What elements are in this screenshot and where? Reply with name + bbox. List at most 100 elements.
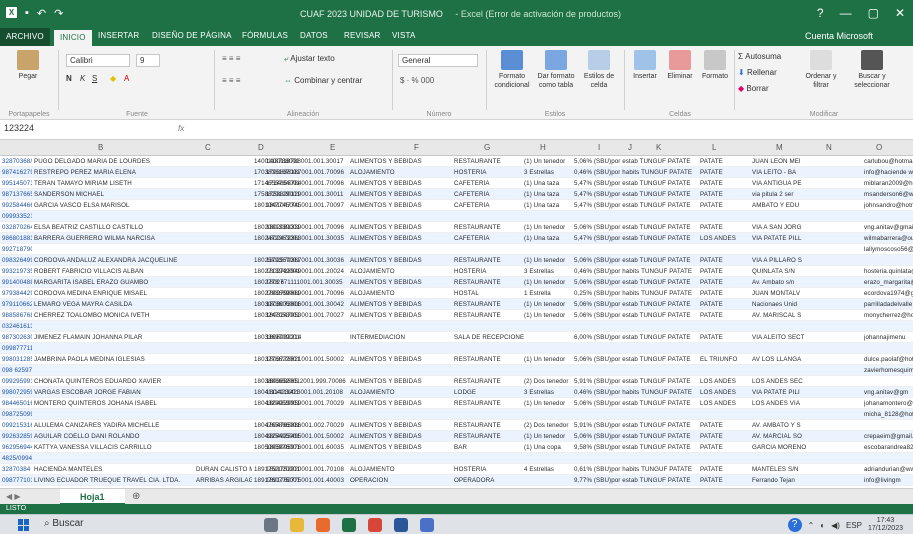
cell-i[interactable]: 0,46% (SBU)por habits TUNGUF PATATE: [574, 169, 696, 176]
cell-m[interactable]: Ferrando Tejan: [752, 477, 810, 484]
cell-e[interactable]: 1400118788001.001.30017: [266, 158, 346, 165]
cell-f[interactable]: ALOJAMIENTO: [350, 268, 450, 275]
cell-f[interactable]: ALOJAMIENTO: [350, 389, 450, 396]
cell-m[interactable]: LOS ANDES VIA: [752, 400, 810, 407]
row-number[interactable]: 979384429: [2, 290, 32, 297]
cell-f[interactable]: ALOJAMIENTO: [350, 466, 450, 473]
cell-m[interactable]: AV LOS LLANGA: [752, 356, 810, 363]
word-icon[interactable]: [394, 518, 408, 532]
cell-i[interactable]: 5,47% (SBU)por estab TUNGUF PATATE: [574, 191, 696, 198]
cell-f[interactable]: ALIMENTOS Y BEBIDAS: [350, 444, 450, 451]
cell-o[interactable]: carlubou@hotmail: [864, 158, 913, 165]
cell-h[interactable]: 3 Estrellas: [524, 169, 574, 176]
cell-b[interactable]: AGUILAR COELLO DANI ROLANDO: [34, 433, 194, 440]
cell-f[interactable]: ALIMENTOS Y BEBIDAS: [350, 257, 450, 264]
cell-g[interactable]: CAFETERÍA: [454, 180, 524, 187]
font-name-select[interactable]: Calibri: [66, 54, 130, 67]
cell-i[interactable]: 5,06% (SBU)por estab TUNGUF PATATE: [574, 224, 696, 231]
cell-l[interactable]: PATATE: [700, 334, 750, 341]
table-row[interactable]: 0992959910CHONATA QUINTEROS EDUARDO XAVI…: [0, 376, 913, 387]
cell-g[interactable]: RESTAURANTE: [454, 400, 524, 407]
cell-g[interactable]: HOSTAL: [454, 290, 524, 297]
cell-l[interactable]: PATATE: [700, 257, 750, 264]
cell-i[interactable]: 5,06% (SBU)por estab TUNGUF PATATE: [574, 312, 696, 319]
task-view-icon[interactable]: [264, 518, 278, 532]
cell-m[interactable]: VIA A SAN JORG: [752, 224, 810, 231]
sheet-nav-arrows[interactable]: ◀ ▶: [6, 492, 21, 501]
cell-b[interactable]: ELSA BEATRIZ CASTILLO CASTILLO: [34, 224, 194, 231]
cell-f[interactable]: ALIMENTOS Y BEBIDAS: [350, 224, 450, 231]
column-header[interactable]: G: [484, 143, 490, 152]
cell-b[interactable]: MARGARITA ISABEL ERAZO GUAMBO: [34, 279, 194, 286]
row-number[interactable]: 0998777110: [2, 345, 32, 352]
undo-icon[interactable]: ↶: [37, 7, 46, 20]
cell-g[interactable]: RESTAURANTE: [454, 301, 524, 308]
row-number[interactable]: 0987250991: [2, 411, 32, 418]
cell-o[interactable]: dulce.paolaf@hotm: [864, 356, 913, 363]
network-icon[interactable]: ◐: [820, 521, 825, 530]
table-row[interactable]: 998072959 VARGAS ESCOBAR JORGE FABIAN 1804…: [0, 387, 913, 398]
table-row[interactable]: 986801883 BARRERA GUERRERO WILMA NARCISA 1…: [0, 233, 913, 244]
cell-b[interactable]: LEMARO VEGA MAYRA CASILDA: [34, 301, 194, 308]
cell-m[interactable]: VIA LEITO - BA: [752, 169, 810, 176]
cell-e[interactable]: 1804765886001.002.70029: [266, 422, 346, 429]
column-header[interactable]: O: [876, 143, 882, 152]
cell-m[interactable]: JUAN LEON MEI: [752, 158, 810, 165]
cell-b[interactable]: BARRERA GUERRERO WILMA NARCISA: [34, 235, 194, 242]
excel-icon[interactable]: [342, 518, 356, 532]
column-header[interactable]: E: [330, 143, 335, 152]
row-number[interactable]: 979110662: [2, 301, 32, 308]
cell-m[interactable]: JUAN MONTALV: [752, 290, 810, 297]
cell-h[interactable]: (1) Una copa: [524, 444, 574, 451]
cell-i[interactable]: 5,91% (SBU)por estab TUNGUF PATATE: [574, 422, 696, 429]
sheet-tab-hoja1[interactable]: Hoja1: [60, 489, 125, 505]
cell-m[interactable]: Nacionaes Unid: [752, 301, 810, 308]
conditional-format-button[interactable]: Formato condicional: [492, 50, 532, 90]
table-row[interactable]: 0324616130: [0, 321, 913, 332]
cell-f[interactable]: ALIMENTOS Y BEBIDAS: [350, 202, 450, 209]
cell-b[interactable]: KATTYA VANESSA VILLACIS CARRILLO: [34, 444, 194, 451]
help-icon[interactable]: ?: [787, 518, 802, 532]
cell-l[interactable]: LOS ANDES: [700, 235, 750, 242]
cell-g[interactable]: RESTAURANTE: [454, 158, 524, 165]
table-row[interactable]: 988586768 CHERREZ TOALOMBO MONICA IVETH 18…: [0, 310, 913, 321]
cell-o[interactable]: ecordova1974@gm: [864, 290, 913, 297]
cell-e[interactable]: 1891752020001.001.70108: [266, 466, 346, 473]
cell-o[interactable]: adriandurian@ww: [864, 466, 913, 473]
cell-f[interactable]: ALOJAMIENTO: [350, 290, 450, 297]
row-number[interactable]: 987416279: [2, 169, 32, 176]
row-number[interactable]: 098 6259765: [2, 367, 32, 374]
cell-l[interactable]: PATATE: [700, 224, 750, 231]
cell-m[interactable]: AV. AMBATO Y S: [752, 422, 810, 429]
cell-h[interactable]: (1) Una taza: [524, 235, 574, 242]
cell-h[interactable]: (2) Dos tenedor: [524, 378, 574, 385]
cell-m[interactable]: AMBATO Y EDU: [752, 202, 810, 209]
table-row[interactable]: 0992153160ALULEMA CAÑIZARES YADIRA MICHE…: [0, 420, 913, 431]
font-size-select[interactable]: 9: [136, 54, 160, 67]
cell-i[interactable]: 0,61% (SBU)por habits TUNGUF PATATE: [574, 466, 696, 473]
cell-l[interactable]: PATATE: [700, 312, 750, 319]
row-number[interactable]: 098326499: [2, 257, 32, 264]
cell-o[interactable]: micha_8128@hotm: [864, 411, 913, 418]
column-header[interactable]: N: [826, 143, 832, 152]
cell-m[interactable]: VIA PATATE PILL: [752, 235, 810, 242]
cell-b[interactable]: RESTREPO PEREZ MARIA ELENA: [34, 169, 194, 176]
cell-f[interactable]: ALIMENTOS Y BEBIDAS: [350, 301, 450, 308]
tab-diseno-pagina[interactable]: DISEÑO DE PÁGINA: [152, 31, 232, 40]
row-number[interactable]: 984465016: [2, 400, 32, 407]
row-number[interactable]: 992584466: [2, 202, 32, 209]
cell-e[interactable]: 1803776621001.001.50002: [266, 356, 346, 363]
column-header[interactable]: I: [598, 143, 600, 152]
row-number[interactable]: 0999335215: [2, 213, 32, 220]
cell-e[interactable]: 1758820129001.001.30011: [266, 191, 346, 198]
fill-button[interactable]: ⬇ Rellenar: [738, 68, 777, 77]
cell-o[interactable]: escobarandrea826: [864, 444, 913, 451]
cell-f[interactable]: ALIMENTOS Y BEBIDAS: [350, 400, 450, 407]
column-header[interactable]: K: [656, 143, 661, 152]
table-row[interactable]: 098326499 CORDOVA ANDALUZ ALEXANDRA JACQU…: [0, 255, 913, 266]
cell-i[interactable]: 5,47% (SBU)por estab TUNGUF PATATE: [574, 202, 696, 209]
cell-f[interactable]: ALIMENTOS Y BEBIDAS: [350, 235, 450, 242]
cell-e[interactable]: 1802472363001.001.30035: [266, 235, 346, 242]
cell-o[interactable]: vng.anitav@gm: [864, 389, 913, 396]
cell-h[interactable]: (1) Un tenedor: [524, 400, 574, 407]
